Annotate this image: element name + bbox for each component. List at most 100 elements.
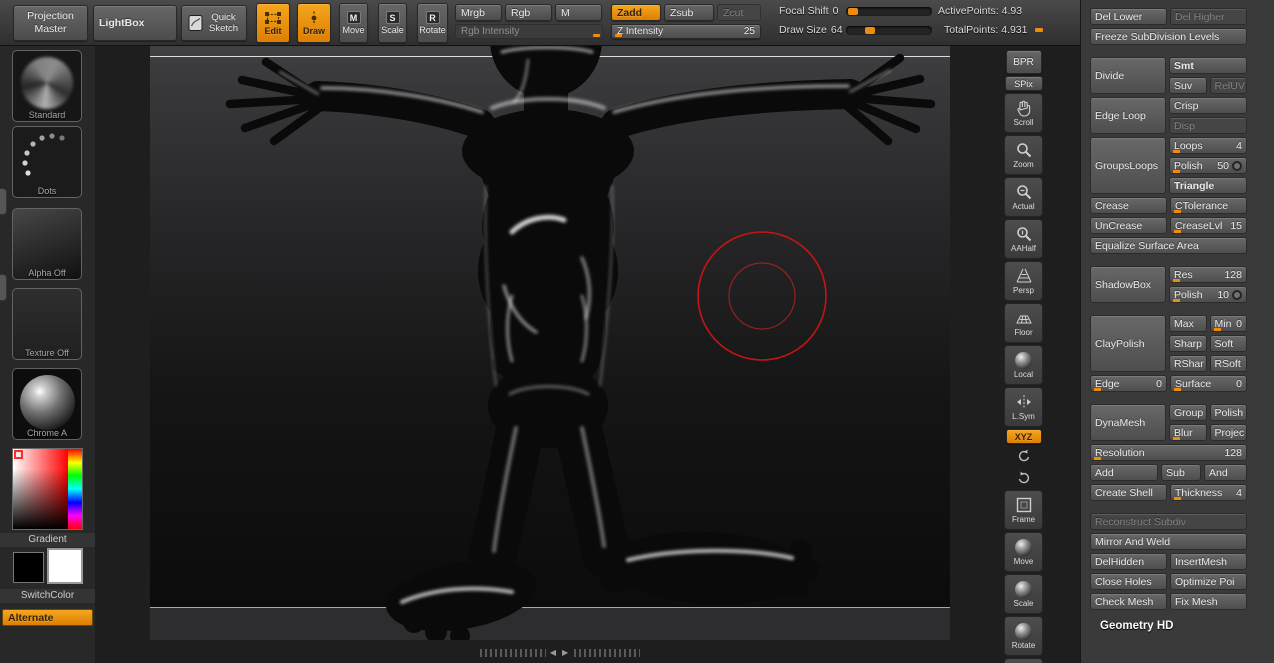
polish10-mode-toggle[interactable]	[1232, 290, 1242, 300]
projection-master-button[interactable]: Projection Master	[13, 5, 88, 41]
edge-loop-button[interactable]: Edge Loop	[1090, 97, 1166, 134]
shadowbox-button[interactable]: ShadowBox	[1090, 266, 1166, 303]
tray-divider-tab[interactable]	[0, 274, 7, 301]
insert-mesh-button[interactable]: InsertMesh	[1170, 553, 1247, 570]
rotate-cw-button[interactable]	[1012, 468, 1036, 488]
thickness-slider[interactable]: Thickness 4	[1170, 484, 1247, 501]
dynamesh-sub-toggle[interactable]: Sub	[1161, 464, 1201, 481]
main-color-swatch[interactable]	[13, 552, 44, 583]
mirror-and-weld-button[interactable]: Mirror And Weld	[1090, 533, 1247, 550]
scroll-left-icon[interactable]: ◀	[550, 648, 558, 657]
brush-selector[interactable]: Standard	[12, 50, 82, 122]
crisp-toggle[interactable]: Crisp	[1169, 97, 1247, 114]
scale-button[interactable]: S Scale	[378, 3, 407, 43]
viewport-canvas[interactable]	[150, 46, 950, 640]
frame-button[interactable]: Frame	[1004, 490, 1043, 530]
zadd-toggle[interactable]: Zadd	[611, 4, 661, 21]
res-slider[interactable]: Res 128	[1169, 266, 1247, 283]
dynamesh-polish-toggle[interactable]: Polish	[1210, 404, 1248, 421]
edit-button[interactable]: Edit	[256, 3, 290, 43]
suv-toggle[interactable]: Suv	[1169, 77, 1207, 94]
del-lower-button[interactable]: Del Lower	[1090, 8, 1167, 25]
xyz-button[interactable]: XYZ	[1006, 429, 1042, 444]
crease-button[interactable]: Crease	[1090, 197, 1167, 214]
move-3d-button[interactable]: Move	[1004, 532, 1043, 572]
scrollbar-track[interactable]	[574, 649, 640, 657]
rotate-3d-button[interactable]: Rotate	[1004, 616, 1043, 656]
blur-slider[interactable]: Blur	[1169, 424, 1207, 441]
close-holes-button[interactable]: Close Holes	[1090, 573, 1167, 590]
move-button[interactable]: M Move	[339, 3, 368, 43]
lightbox-button[interactable]: LightBox	[93, 5, 177, 41]
disp-toggle[interactable]: Disp	[1169, 117, 1247, 134]
rgb-toggle[interactable]: Rgb	[505, 4, 552, 21]
polish-slider[interactable]: Polish 50	[1169, 157, 1247, 174]
persp-button[interactable]: Persp	[1004, 261, 1043, 301]
horizontal-scrollbar[interactable]: ◀ ▶	[480, 648, 640, 657]
scroll-button[interactable]: Scroll	[1004, 93, 1043, 133]
gradient-button[interactable]: Gradient	[0, 533, 95, 547]
del-higher-button[interactable]: Del Higher	[1170, 8, 1247, 25]
dynamesh-and-toggle[interactable]: And	[1204, 464, 1247, 481]
zsub-toggle[interactable]: Zsub	[664, 4, 714, 21]
min-slider[interactable]: Min 0	[1210, 315, 1248, 332]
z-intensity-slider[interactable]: Z Intensity 25	[611, 24, 761, 39]
material-selector[interactable]: Chrome A	[12, 368, 82, 440]
bpr-button[interactable]: BPR	[1006, 50, 1042, 74]
rshar-button[interactable]: RShar	[1169, 355, 1207, 372]
rotate-ccw-button[interactable]	[1012, 446, 1036, 466]
alpha-selector[interactable]: Alpha Off	[12, 208, 82, 280]
del-hidden-button[interactable]: DelHidden	[1090, 553, 1167, 570]
switch-color-button[interactable]: SwitchColor	[0, 589, 95, 603]
geometry-hd-header[interactable]: Geometry HD	[1090, 620, 1247, 632]
project-toggle[interactable]: Projec	[1210, 424, 1248, 441]
create-shell-button[interactable]: Create Shell	[1090, 484, 1167, 501]
polish-mode-toggle[interactable]	[1232, 161, 1242, 171]
edge-slider[interactable]: Edge 0	[1090, 375, 1167, 392]
draw-button[interactable]: Draw	[297, 3, 331, 43]
soft-button[interactable]: Soft	[1210, 335, 1248, 352]
color-picker[interactable]	[12, 448, 83, 530]
reconstruct-subdiv-button[interactable]: Reconstruct Subdiv	[1090, 513, 1247, 530]
draw-size-knob[interactable]	[865, 27, 875, 34]
draw-size-slider[interactable]	[846, 26, 932, 35]
optimize-points-button[interactable]: Optimize Poi	[1170, 573, 1247, 590]
loops-slider[interactable]: Loops 4	[1169, 137, 1247, 154]
aahalf-button[interactable]: AAHalf	[1004, 219, 1043, 259]
m-toggle[interactable]: M	[555, 4, 602, 21]
scrollbar-track[interactable]	[480, 649, 546, 657]
triangle-toggle[interactable]: Triangle	[1169, 177, 1247, 194]
alternate-button[interactable]: Alternate	[2, 609, 93, 626]
surface-slider[interactable]: Surface 0	[1170, 375, 1247, 392]
uncrease-button[interactable]: UnCrease	[1090, 217, 1167, 234]
max-button[interactable]: Max	[1169, 315, 1207, 332]
rgb-intensity-slider[interactable]: Rgb Intensity	[455, 24, 603, 39]
scale-3d-button[interactable]: Scale	[1004, 574, 1043, 614]
reluv-toggle[interactable]: RelUV	[1210, 77, 1248, 94]
equalize-surface-button[interactable]: Equalize Surface Area	[1090, 237, 1247, 254]
scroll-right-icon[interactable]: ▶	[562, 648, 570, 657]
group-toggle[interactable]: Group	[1169, 404, 1207, 421]
floor-button[interactable]: Floor	[1004, 303, 1043, 343]
actual-button[interactable]: Actual	[1004, 177, 1043, 217]
freeze-subdivision-button[interactable]: Freeze SubDivision Levels	[1090, 28, 1247, 45]
focal-shift-slider[interactable]	[846, 7, 932, 16]
saturation-value-area[interactable]	[13, 449, 68, 529]
local-button[interactable]: Local	[1004, 345, 1043, 385]
smt-toggle[interactable]: Smt	[1169, 57, 1247, 74]
groups-loops-button[interactable]: GroupsLoops	[1090, 137, 1166, 194]
rsoft-button[interactable]: RSoft	[1210, 355, 1248, 372]
fix-mesh-button[interactable]: Fix Mesh	[1170, 593, 1247, 610]
claypolish-button[interactable]: ClayPolish	[1090, 315, 1166, 372]
mrgb-toggle[interactable]: Mrgb	[455, 4, 502, 21]
zoom-button[interactable]: Zoom	[1004, 135, 1043, 175]
lsym-button[interactable]: L.Sym	[1004, 387, 1043, 427]
texture-selector[interactable]: Texture Off	[12, 288, 82, 360]
sculpted-model[interactable]	[230, 46, 931, 640]
sharp-button[interactable]: Sharp	[1169, 335, 1207, 352]
ctolerance-slider[interactable]: CTolerance	[1170, 197, 1247, 214]
zcut-toggle[interactable]: Zcut	[717, 4, 761, 21]
rotate-button[interactable]: R Rotate	[417, 3, 448, 43]
hue-strip[interactable]	[68, 449, 82, 529]
polish10-slider[interactable]: Polish 10	[1169, 286, 1247, 303]
